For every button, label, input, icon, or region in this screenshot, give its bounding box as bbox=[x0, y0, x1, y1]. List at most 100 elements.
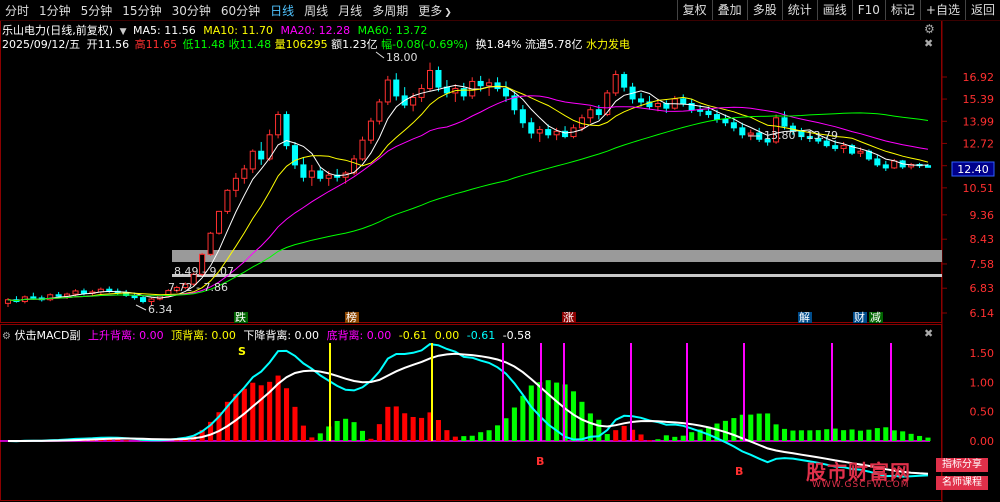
candle-body[interactable] bbox=[393, 79, 400, 97]
period-daily[interactable]: 日线 bbox=[265, 2, 299, 19]
candle-body[interactable] bbox=[30, 296, 37, 299]
stock-chart[interactable]: 16.9215.3913.9912.7211.5610.519.368.437.… bbox=[0, 0, 1000, 502]
overlay-button[interactable]: 叠加 bbox=[711, 0, 747, 20]
event-4[interactable]: 解 bbox=[799, 310, 810, 324]
candle-body[interactable] bbox=[325, 174, 332, 179]
high-leader bbox=[375, 51, 385, 59]
event-2[interactable]: 榜 bbox=[346, 310, 357, 324]
candle-body[interactable] bbox=[275, 114, 282, 136]
period-15min[interactable]: 15分钟 bbox=[117, 2, 166, 19]
candle-body[interactable] bbox=[739, 127, 746, 136]
multi-stock-button[interactable]: 多股 bbox=[746, 0, 782, 20]
add-watchlist-button[interactable]: +自选 bbox=[919, 0, 965, 20]
close-sub-icon[interactable]: ✖ bbox=[924, 327, 933, 340]
period-intraday[interactable]: 分时 bbox=[0, 2, 34, 19]
price-tick-label: 6.83 bbox=[970, 282, 995, 295]
candle-body[interactable] bbox=[832, 145, 839, 149]
candle-body[interactable] bbox=[131, 294, 138, 299]
adjust-button[interactable]: 复权 bbox=[676, 0, 712, 20]
candle-body[interactable] bbox=[359, 139, 366, 160]
sub-panel-frame bbox=[0, 324, 942, 501]
period-multi[interactable]: 多周期 bbox=[367, 2, 413, 19]
macd-bar bbox=[781, 428, 788, 441]
candle-body[interactable] bbox=[224, 189, 231, 212]
quote-concept[interactable]: 水力发电 bbox=[586, 38, 630, 51]
candle-body[interactable] bbox=[705, 110, 712, 116]
candle-body[interactable] bbox=[545, 129, 552, 136]
candle-body[interactable] bbox=[80, 290, 87, 294]
period-weekly[interactable]: 周线 bbox=[299, 2, 333, 19]
candle-body[interactable] bbox=[722, 118, 729, 124]
candle-body[interactable] bbox=[713, 114, 721, 120]
back-button[interactable]: 返回 bbox=[964, 0, 1000, 20]
candle-body[interactable] bbox=[654, 102, 661, 108]
draw-line-button[interactable]: 画线 bbox=[816, 0, 852, 20]
event-5[interactable]: 财 bbox=[854, 310, 865, 324]
candle-body[interactable] bbox=[486, 82, 493, 87]
period-60min[interactable]: 60分钟 bbox=[216, 2, 265, 19]
candle-body[interactable] bbox=[477, 80, 484, 87]
candle-body[interactable] bbox=[384, 79, 391, 103]
candle-body[interactable] bbox=[924, 165, 932, 168]
event-6[interactable]: 减 bbox=[870, 311, 881, 324]
candle-body[interactable] bbox=[317, 170, 324, 179]
candle-body[interactable] bbox=[891, 160, 898, 169]
candle-body[interactable] bbox=[621, 74, 628, 88]
candle-body[interactable] bbox=[553, 130, 560, 136]
candle-body[interactable] bbox=[249, 150, 256, 170]
mark-button[interactable]: 标记 bbox=[884, 0, 920, 20]
candle-body[interactable] bbox=[140, 297, 147, 303]
candle-body[interactable] bbox=[519, 109, 526, 124]
candle-body[interactable] bbox=[367, 120, 374, 141]
candle-body[interactable] bbox=[604, 92, 611, 116]
candle-body[interactable] bbox=[781, 117, 788, 127]
period-1min[interactable]: 1分钟 bbox=[34, 2, 76, 19]
quote-float: 流通5.78亿 bbox=[525, 38, 583, 51]
candle-body[interactable] bbox=[72, 290, 79, 295]
candle-body[interactable] bbox=[528, 122, 535, 134]
period-5min[interactable]: 5分钟 bbox=[76, 2, 118, 19]
candle-body[interactable] bbox=[207, 232, 214, 255]
candle-body[interactable] bbox=[55, 294, 62, 297]
period-30min[interactable]: 30分钟 bbox=[167, 2, 216, 19]
close-icon[interactable]: ✖ bbox=[924, 37, 933, 50]
candle-body[interactable] bbox=[840, 145, 847, 149]
candle-body[interactable] bbox=[215, 210, 223, 234]
candle-body[interactable] bbox=[874, 158, 881, 166]
candle-body[interactable] bbox=[410, 96, 417, 106]
candle-body[interactable] bbox=[258, 150, 265, 160]
period-more[interactable]: 更多 ❯ bbox=[413, 2, 457, 19]
candle-body[interactable] bbox=[730, 122, 737, 129]
candle-body[interactable] bbox=[308, 170, 315, 178]
event-3[interactable]: 涨 bbox=[563, 311, 574, 324]
candle-body[interactable] bbox=[587, 109, 594, 119]
macd-bar bbox=[528, 385, 534, 441]
candle-body[interactable] bbox=[536, 129, 543, 134]
candle-body[interactable] bbox=[241, 168, 248, 179]
candle-body[interactable] bbox=[232, 177, 239, 191]
candle-body[interactable] bbox=[882, 164, 889, 169]
candle-body[interactable] bbox=[595, 109, 602, 116]
candle-body[interactable] bbox=[300, 164, 307, 178]
candle-body[interactable] bbox=[435, 69, 442, 88]
candle-body[interactable] bbox=[680, 98, 687, 104]
macd-bar bbox=[292, 406, 298, 441]
period-monthly[interactable]: 月线 bbox=[333, 2, 367, 19]
macd-bar bbox=[731, 418, 737, 441]
zone-band-upper bbox=[172, 250, 942, 262]
candle-body[interactable] bbox=[857, 150, 864, 154]
gear-icon[interactable]: ⚙ bbox=[924, 22, 935, 36]
indicator-name[interactable]: 伏击MACD副 bbox=[14, 329, 80, 342]
candle-body[interactable] bbox=[148, 298, 155, 303]
event-1[interactable]: 跌 bbox=[235, 310, 246, 324]
f10-button[interactable]: F10 bbox=[851, 0, 885, 20]
candle-body[interactable] bbox=[376, 101, 383, 122]
macd-bar bbox=[376, 424, 382, 441]
candle-body[interactable] bbox=[747, 132, 754, 136]
candle-body[interactable] bbox=[637, 98, 645, 103]
candle-body[interactable] bbox=[502, 88, 510, 97]
settings-icon[interactable]: ⚙ bbox=[2, 331, 11, 342]
statistics-button[interactable]: 统计 bbox=[781, 0, 817, 20]
candle-body[interactable] bbox=[612, 74, 619, 94]
candle-body[interactable] bbox=[426, 69, 434, 90]
